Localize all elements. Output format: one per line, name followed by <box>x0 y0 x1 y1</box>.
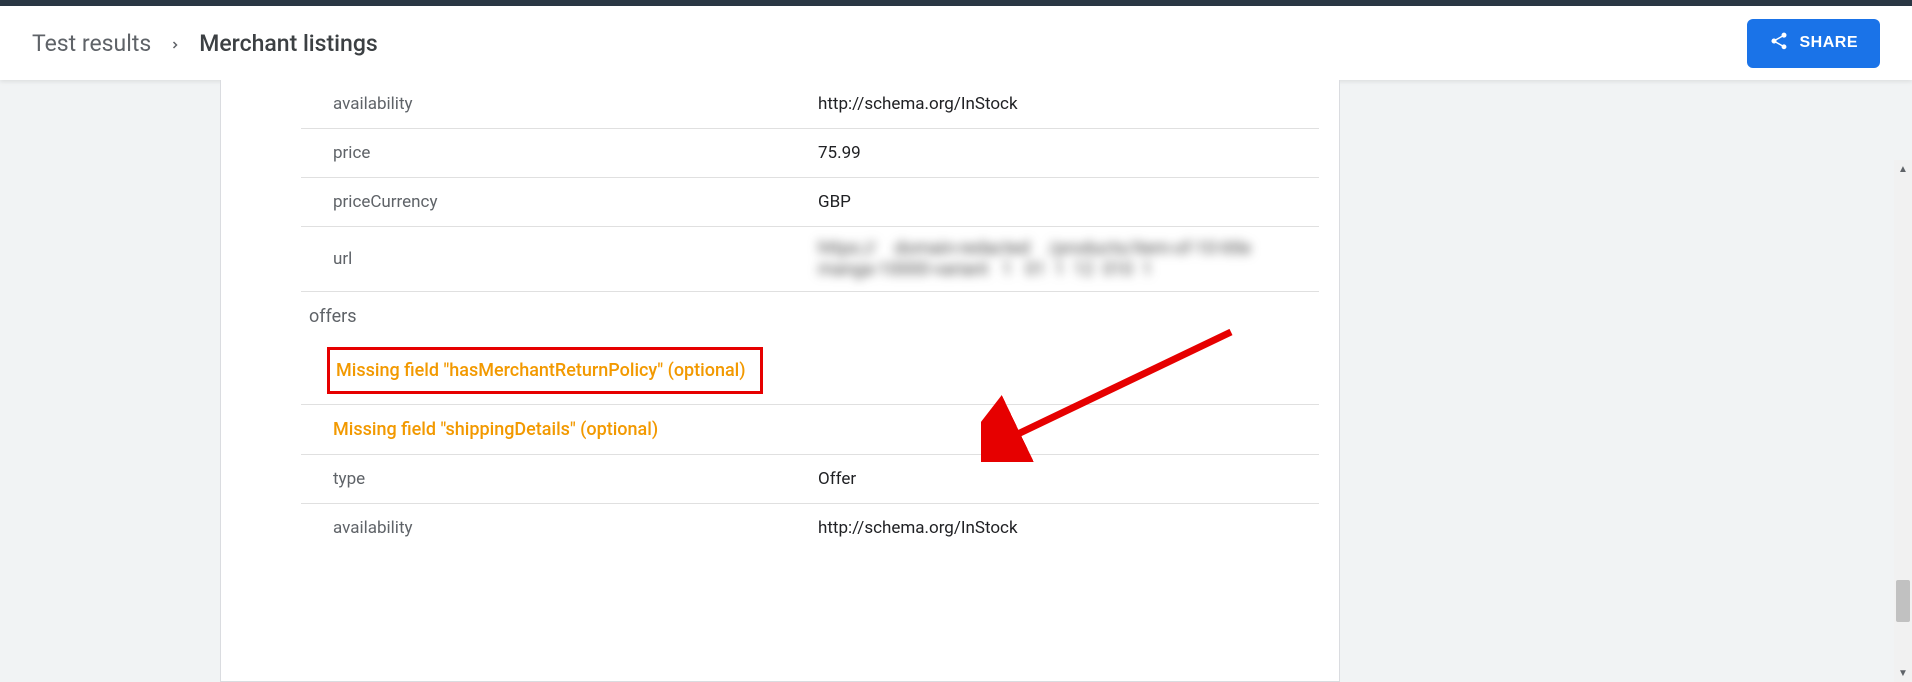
share-icon <box>1769 31 1789 56</box>
vertical-scrollbar[interactable]: ▲ ▼ <box>1894 160 1912 682</box>
warning-row[interactable]: Missing field "shippingDetails" (optiona… <box>301 405 1319 455</box>
property-key: price <box>301 143 810 163</box>
property-key: availability <box>301 94 810 114</box>
property-key: availability <box>301 518 810 538</box>
property-row[interactable]: priceCurrency GBP <box>301 178 1319 227</box>
section-title-offers: offers <box>301 292 1319 337</box>
scroll-up-icon[interactable]: ▲ <box>1894 160 1912 178</box>
chevron-right-icon <box>169 30 181 57</box>
property-value: http://schema.org/InStock <box>810 518 1319 538</box>
property-key: priceCurrency <box>301 192 810 212</box>
property-value: GBP <box>810 192 1319 212</box>
property-row[interactable]: type Offer <box>301 455 1319 504</box>
property-value: Offer <box>810 469 1319 489</box>
breadcrumb-root[interactable]: Test results <box>32 30 151 57</box>
warning-text: Missing field "shippingDetails" (optiona… <box>333 419 658 440</box>
property-value: 75.99 <box>810 143 1319 163</box>
breadcrumb: Test results Merchant listings <box>32 30 378 57</box>
property-row[interactable]: price 75.99 <box>301 129 1319 178</box>
page-header: Test results Merchant listings SHARE <box>0 6 1912 80</box>
breadcrumb-current: Merchant listings <box>199 30 377 57</box>
share-button-label: SHARE <box>1799 34 1858 52</box>
property-row[interactable]: url https:// domain-redacted /products/i… <box>301 227 1319 292</box>
warning-row[interactable]: Missing field "hasMerchantReturnPolicy" … <box>301 337 1319 405</box>
property-row[interactable]: availability http://schema.org/InStock <box>301 504 1319 552</box>
redacted-url: https:// domain-redacted /products/item-… <box>818 238 1319 280</box>
property-key: type <box>301 469 810 489</box>
share-button[interactable]: SHARE <box>1747 19 1880 68</box>
property-value: https:// domain-redacted /products/item-… <box>810 238 1319 280</box>
property-key: url <box>301 249 810 269</box>
scroll-thumb[interactable] <box>1896 580 1910 622</box>
page-body: availability http://schema.org/InStock p… <box>0 80 1912 682</box>
property-row[interactable]: availability http://schema.org/InStock <box>301 80 1319 129</box>
warning-text: Missing field "hasMerchantReturnPolicy" … <box>327 347 763 394</box>
results-panel: availability http://schema.org/InStock p… <box>220 80 1340 682</box>
property-value: http://schema.org/InStock <box>810 94 1319 114</box>
scroll-down-icon[interactable]: ▼ <box>1894 664 1912 682</box>
